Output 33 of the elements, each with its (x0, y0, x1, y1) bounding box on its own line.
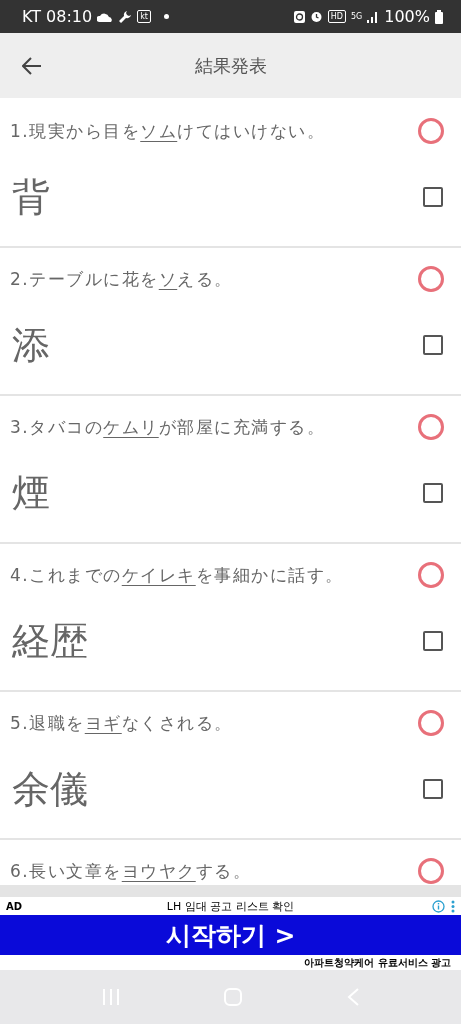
checkbox[interactable] (423, 483, 443, 503)
info-icon[interactable] (432, 899, 445, 913)
battery-percent: 100% (384, 7, 430, 26)
signal-icon (367, 10, 380, 23)
carrier-badge: kt (137, 10, 151, 23)
dot-icon (164, 14, 169, 19)
answer-text: 背 (11, 173, 50, 221)
ad-headline: LH 임대 공고 리스트 확인 (166, 898, 295, 914)
battery-icon (435, 9, 443, 24)
more-icon[interactable] (451, 899, 455, 913)
status-time: KT 08:10 (22, 7, 93, 26)
question-text: 6.長い文章を ヨウヤク する。 (10, 859, 252, 883)
question-text: 5.退職を ヨギなくされる。 (10, 711, 233, 735)
network-label: 5G (350, 12, 363, 21)
page-title: 結果発表 (194, 53, 267, 78)
question-text: 2.テーブルに花を ソ える。 (10, 267, 233, 291)
checkbox[interactable] (423, 187, 443, 207)
answer-text: 煙 (11, 469, 50, 517)
checkbox[interactable] (423, 335, 443, 355)
cloud-icon (97, 11, 114, 22)
ad-label: AD (6, 900, 23, 912)
hd-badge: HD (327, 10, 346, 23)
checkbox[interactable] (423, 631, 443, 651)
wrench-icon (118, 9, 133, 24)
question-text: 4.これまでのケイレキ を事細かに話す。 (10, 563, 344, 587)
checkbox[interactable] (423, 779, 443, 799)
question-text: 1.現実から目を ソムけてはいけない。 (10, 119, 326, 143)
question-text: 3.タバコのケムリ が部屋に充満する。 (10, 415, 326, 439)
answer-text: 余儀 (11, 765, 88, 813)
ad-footer-text: 아파트청약케어 유료서비스 광고 (304, 955, 451, 970)
ad-start-button[interactable]: 시작하기 > (0, 915, 461, 955)
answer-text: 添 (11, 321, 50, 369)
answer-text: 経歴 (11, 617, 88, 665)
